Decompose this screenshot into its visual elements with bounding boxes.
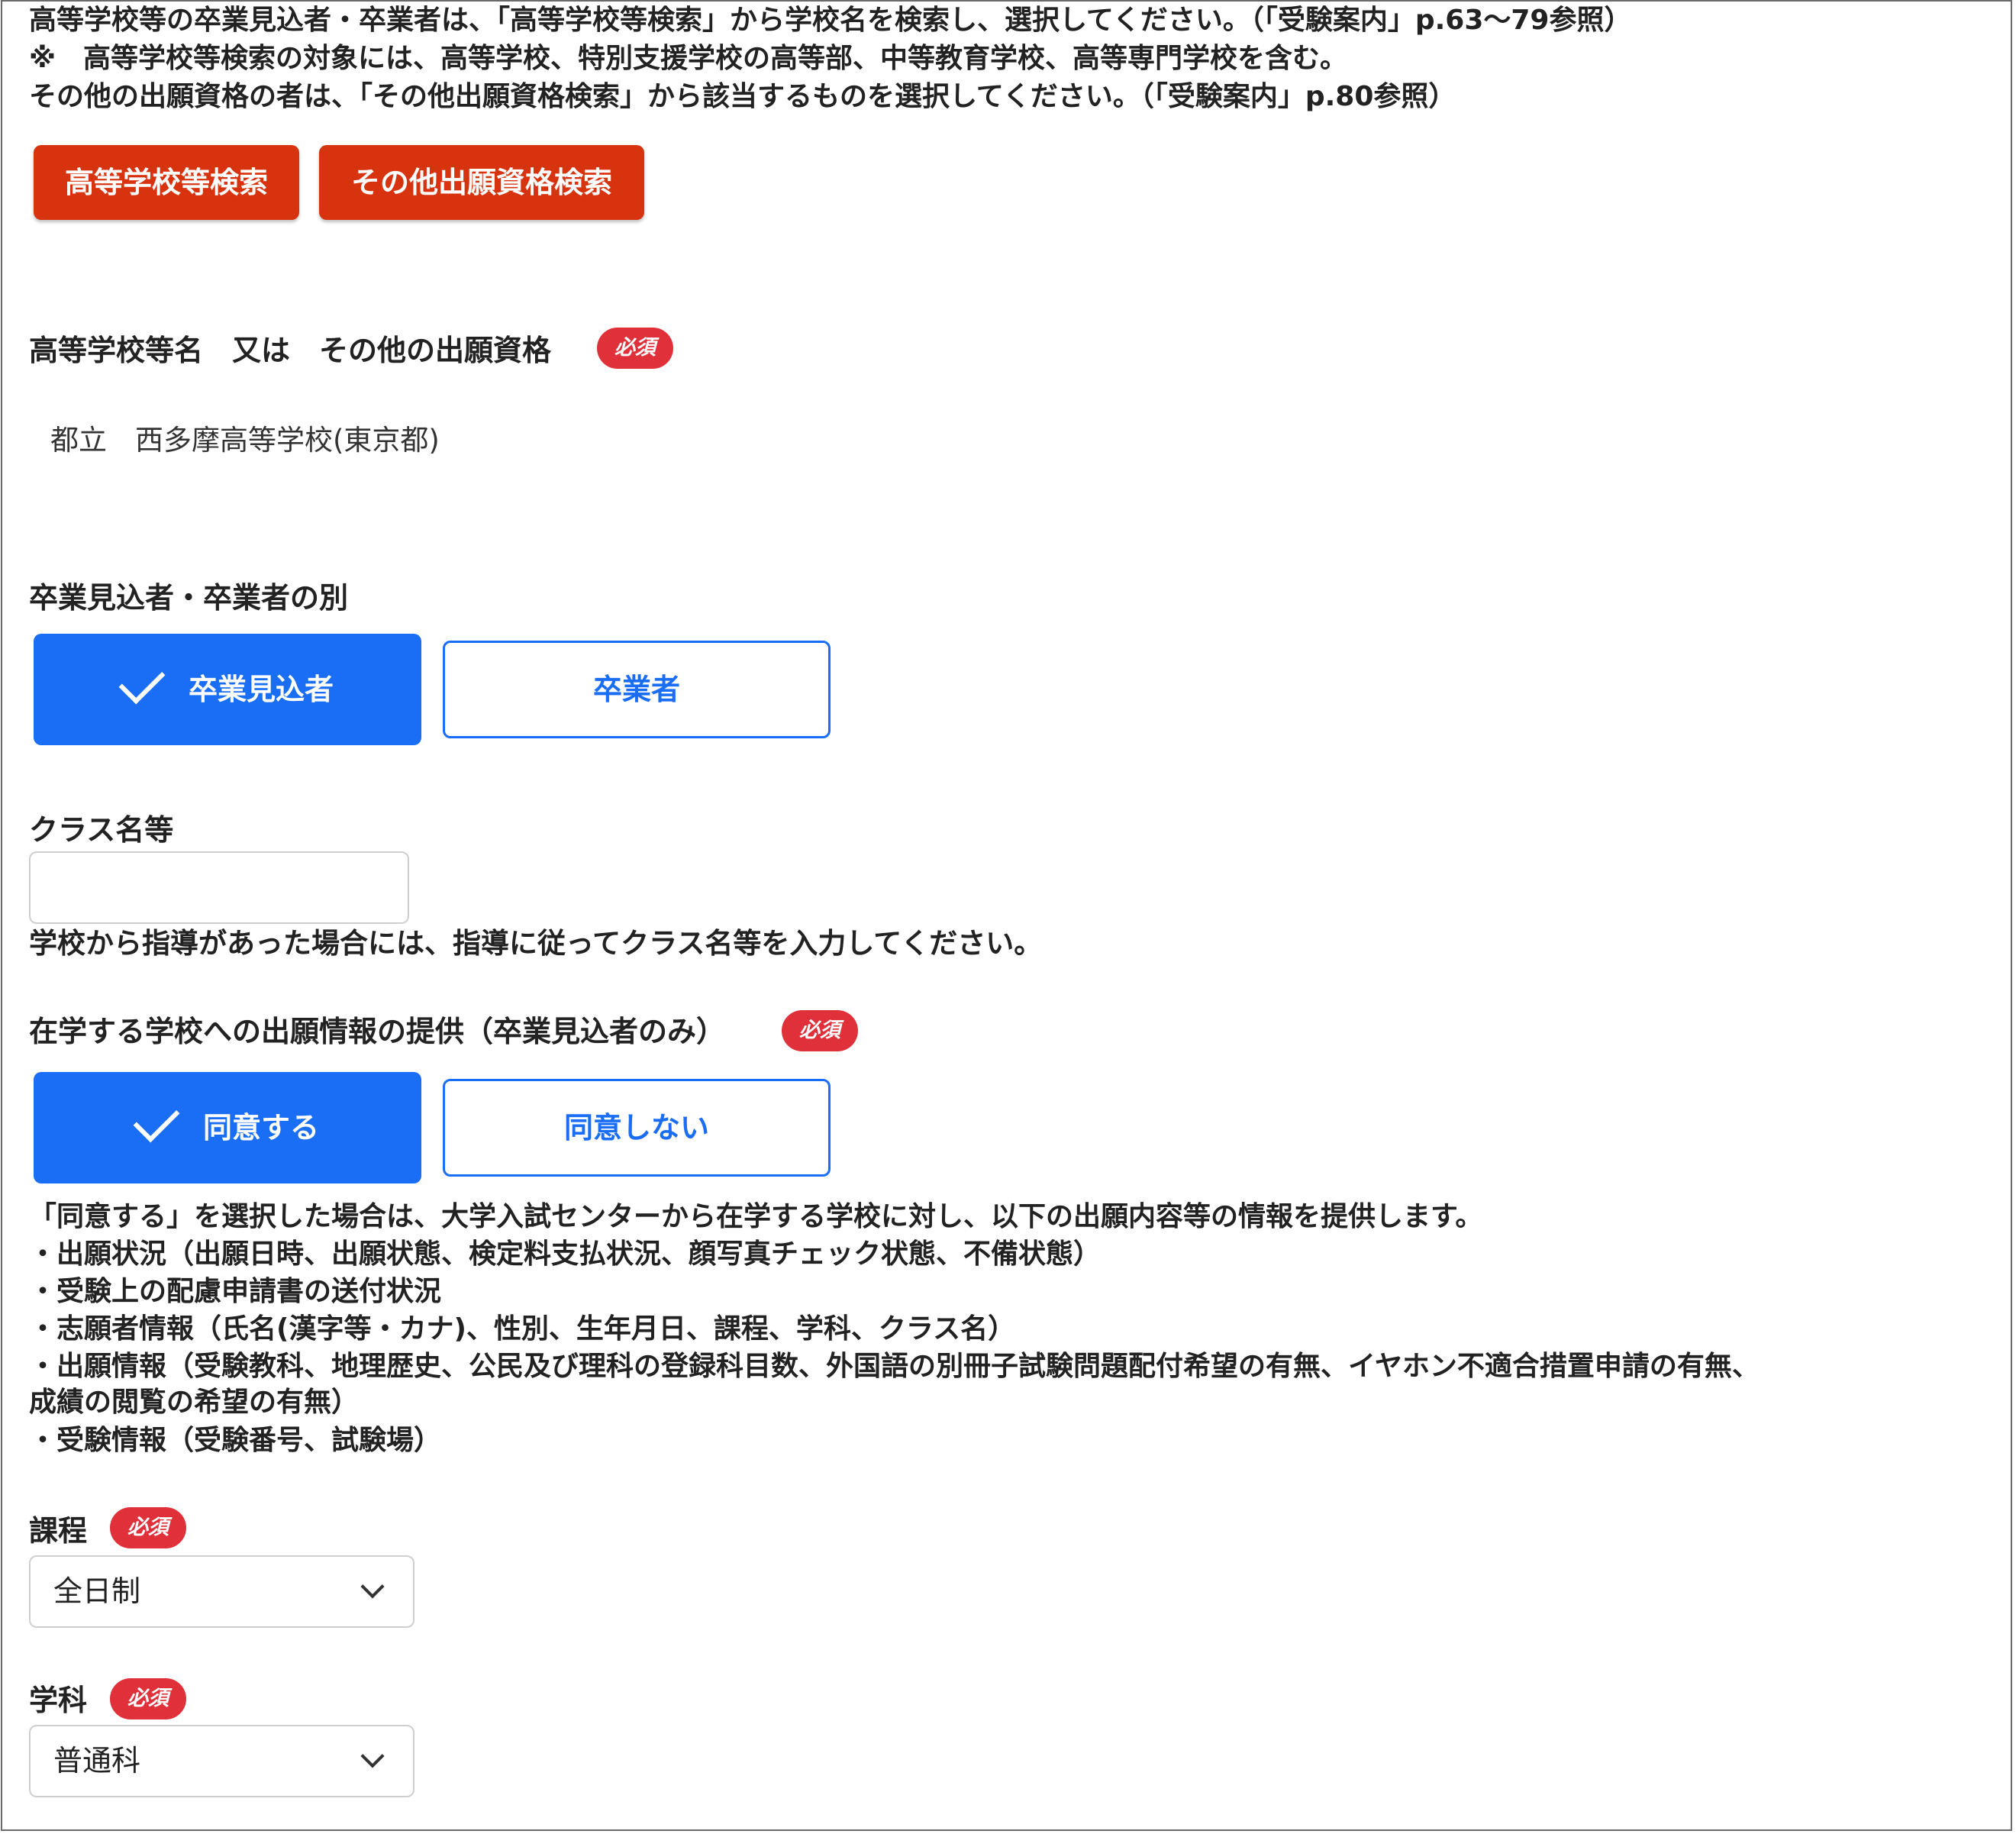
department-label: 学科 xyxy=(29,1684,88,1717)
department-select-value: 普通科 xyxy=(53,1744,141,1777)
chevron-down-icon xyxy=(360,1744,385,1768)
course-select[interactable]: 全日制 xyxy=(29,1555,414,1628)
option-graduate[interactable]: 卒業者 xyxy=(443,641,831,738)
consent-note-line: ・出願状況（出願日時、出願状態、検定料支払状況、顔写真チェック状態、不備状態） xyxy=(29,1238,1102,1270)
consent-note-line: ・志願者情報（氏名(漢字等・カナ)、性別、生年月日、課程、学科、クラス名） xyxy=(29,1313,1016,1345)
school-name-label: 高等学校等名 又は その他の出願資格 xyxy=(29,334,552,367)
option-expected-graduate-label: 卒業見込者 xyxy=(188,673,334,706)
option-agree[interactable]: 同意する xyxy=(34,1072,421,1183)
option-agree-label: 同意する xyxy=(202,1111,319,1145)
consent-note-line: 成績の閲覧の希望の有無） xyxy=(29,1387,360,1418)
required-badge: 必須 xyxy=(110,1678,186,1719)
class-name-input[interactable] xyxy=(29,851,409,924)
course-select-value: 全日制 xyxy=(53,1574,141,1608)
school-search-button[interactable]: 高等学校等検索 xyxy=(34,145,299,220)
department-select[interactable]: 普通科 xyxy=(29,1725,414,1797)
required-badge: 必須 xyxy=(110,1507,186,1548)
intro-line-2: ※ 高等学校等検索の対象には、高等学校、特別支援学校の高等部、中等教育学校、高等… xyxy=(29,43,1347,74)
option-disagree[interactable]: 同意しない xyxy=(443,1079,831,1177)
intro-line-1: 高等学校等の卒業見込者・卒業者は、「高等学校等検索」から学校名を検索し、選択して… xyxy=(29,5,1632,36)
consent-note-line: ・受験上の配慮申請書の送付状況 xyxy=(29,1276,442,1307)
required-badge: 必須 xyxy=(597,328,673,369)
chevron-down-icon xyxy=(360,1574,385,1599)
check-icon xyxy=(118,657,166,705)
intro-line-3: その他の出願資格の者は、「その他出願資格検索」から該当するものを選択してください… xyxy=(29,81,1456,112)
check-icon xyxy=(133,1096,180,1143)
consent-note-line: ・出願情報（受験教科、地理歴史、公民及び理科の登録科目数、外国語の別冊子試験問題… xyxy=(29,1351,1760,1382)
option-graduate-label: 卒業者 xyxy=(592,673,680,706)
class-name-label: クラス名等 xyxy=(29,813,174,847)
other-qualification-search-button[interactable]: その他出願資格検索 xyxy=(319,145,644,220)
graduation-status-label: 卒業見込者・卒業者の別 xyxy=(29,581,349,615)
consent-note-line: 「同意する」を選択した場合は、大学入試センターから在学する学校に対し、以下の出願… xyxy=(29,1201,1483,1232)
option-disagree-label: 同意しない xyxy=(563,1111,709,1145)
option-expected-graduate[interactable]: 卒業見込者 xyxy=(34,634,421,745)
required-badge: 必須 xyxy=(782,1010,858,1051)
class-name-help: 学校から指導があった場合には、指導に従ってクラス名等を入力してください。 xyxy=(29,927,1043,960)
course-label: 課程 xyxy=(29,1514,88,1548)
consent-note-line: ・受験情報（受験番号、試験場） xyxy=(29,1425,442,1456)
school-name-value: 都立 西多摩高等学校(東京都) xyxy=(50,424,440,457)
consent-label: 在学する学校への出願情報の提供（卒業見込者のみ） xyxy=(29,1015,726,1048)
